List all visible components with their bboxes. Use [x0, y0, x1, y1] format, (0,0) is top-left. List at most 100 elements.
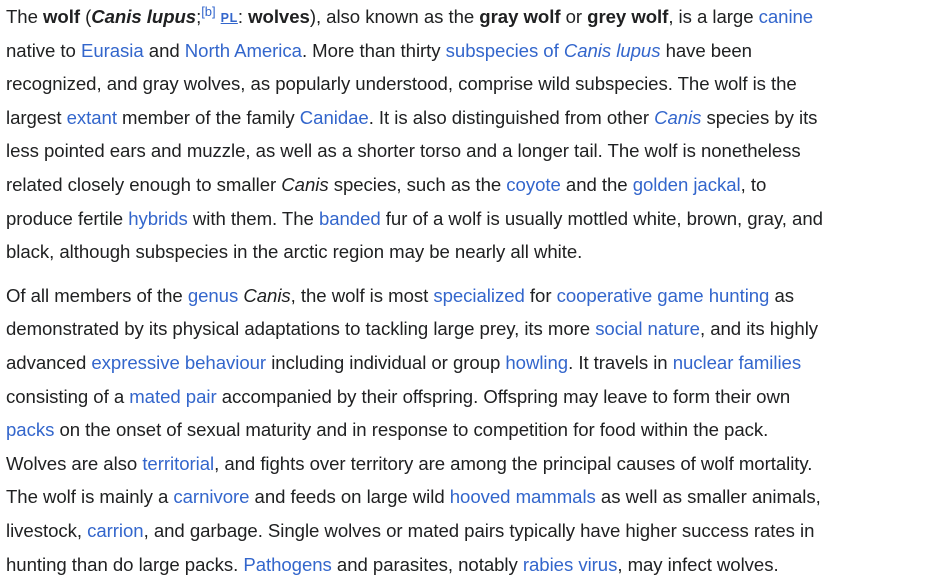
text-run: accompanied by their offspring. Offsprin… [216, 385, 791, 407]
plural-abbr-link[interactable]: PL [221, 11, 238, 25]
text-run: on the onset of sexual maturity and in r… [54, 419, 769, 441]
text-run: The wolf is mainly a [6, 486, 174, 508]
text-run: and parasites, notably [331, 553, 523, 575]
link-canis-lupus[interactable]: Canis lupus [564, 40, 661, 61]
text-run: ( [80, 6, 92, 27]
text-line: demonstrated by its physical adaptations… [6, 312, 942, 346]
link-extant[interactable]: extant [67, 107, 117, 128]
link-expressive-behaviour[interactable]: expressive behaviour [91, 352, 266, 373]
text-run: member of the family [116, 106, 300, 128]
text-line: native to Eurasia and North America. Mor… [6, 34, 942, 68]
lead-paragraph-2: Of all members of the genus Canis, the w… [6, 279, 942, 581]
text-run: as [769, 284, 795, 306]
bold-term: grey wolf [587, 6, 669, 27]
link-hybrids[interactable]: hybrids [128, 208, 188, 229]
text-run: Canis [243, 284, 291, 306]
link-packs[interactable]: packs [6, 419, 54, 440]
text-run: species, such as the [328, 173, 507, 195]
text-line: related closely enough to smaller Canis … [6, 168, 942, 202]
bold-term: gray wolf [479, 6, 561, 27]
text-line: less pointed ears and muzzle, as well as… [6, 134, 942, 168]
article-body: The wolf (Canis lupus;[b] PL: wolves), a… [0, 0, 942, 584]
link-subspecies-of[interactable]: subspecies of [446, 40, 564, 61]
text-line: The wolf (Canis lupus;[b] PL: wolves), a… [6, 0, 942, 34]
link-rabies-virus[interactable]: rabies virus [523, 554, 618, 575]
text-run: , may infect wolves. [617, 553, 779, 575]
text-run: and [143, 39, 185, 61]
link-coyote[interactable]: coyote [506, 174, 561, 195]
link-canidae[interactable]: Canidae [300, 107, 369, 128]
text-run: as well as smaller animals, [595, 486, 821, 508]
text-run: or [560, 6, 588, 27]
text-run: produce fertile [6, 207, 129, 229]
text-run: with them. The [187, 207, 319, 229]
text-run: . It is also distinguished from other [368, 106, 655, 128]
bold-term: Canis lupus [91, 6, 197, 27]
footnote-ref[interactable]: [b] [201, 4, 215, 19]
text-line: packs on the onset of sexual maturity an… [6, 413, 942, 447]
text-run: less pointed ears and muzzle, as well as… [6, 140, 801, 162]
text-run: livestock, [6, 519, 88, 541]
text-line: livestock, carrion, and garbage. Single … [6, 514, 942, 548]
link-north-america[interactable]: North America [185, 40, 302, 61]
text-run: largest [6, 106, 67, 128]
text-run: consisting of a [6, 385, 130, 407]
link-nuclear-families[interactable]: nuclear families [673, 352, 801, 373]
text-run: demonstrated by its physical adaptations… [6, 318, 596, 340]
text-run: recognized, and gray wolves, as popularl… [6, 73, 797, 95]
text-run: ), also known as the [309, 6, 480, 27]
text-run: hunting than do large packs. [6, 553, 244, 575]
text-line: largest extant member of the family Cani… [6, 101, 942, 135]
text-line: advanced expressive behaviour including … [6, 346, 942, 380]
link-eurasia[interactable]: Eurasia [81, 40, 144, 61]
text-line: produce fertile hybrids with them. The b… [6, 202, 942, 236]
text-run: black, although subspecies in the arctic… [6, 241, 583, 263]
link-canine[interactable]: canine [759, 6, 814, 27]
text-run: native to [6, 39, 81, 61]
text-line: Of all members of the genus Canis, the w… [6, 279, 942, 313]
text-line: consisting of a mated pair accompanied b… [6, 380, 942, 414]
link-golden-jackal[interactable]: golden jackal [633, 174, 741, 195]
link-territorial[interactable]: territorial [142, 453, 214, 474]
text-run: . It travels in [568, 351, 673, 373]
link-specialized[interactable]: specialized [433, 285, 525, 306]
text-run: advanced [6, 351, 92, 373]
text-run: including individual or group [266, 351, 506, 373]
lead-paragraph-1: The wolf (Canis lupus;[b] PL: wolves), a… [6, 0, 942, 269]
text-run: species by its [701, 106, 818, 128]
link-hooved-mammals[interactable]: hooved mammals [450, 486, 596, 507]
bold-term: wolves [248, 6, 310, 27]
text-run: , and its highly [699, 318, 819, 340]
text-line: recognized, and gray wolves, as popularl… [6, 67, 942, 101]
link-mated-pair[interactable]: mated pair [129, 386, 216, 407]
text-line: hunting than do large packs. Pathogens a… [6, 548, 942, 582]
text-run: , the wolf is most [290, 284, 434, 306]
text-run: related closely enough to smaller [6, 173, 282, 195]
text-run: fur of a wolf is usually mottled white, … [380, 207, 823, 229]
text-run: and feeds on large wild [249, 486, 450, 508]
text-line: black, although subspecies in the arctic… [6, 235, 942, 269]
link-howling[interactable]: howling [505, 352, 568, 373]
link-social-nature[interactable]: social nature [595, 318, 700, 339]
link-carnivore[interactable]: carnivore [173, 486, 249, 507]
link-banded[interactable]: banded [319, 208, 381, 229]
link-pathogens[interactable]: Pathogens [243, 554, 332, 575]
text-run: , to [740, 173, 767, 195]
text-line: The wolf is mainly a carnivore and feeds… [6, 480, 942, 514]
text-run: and the [560, 173, 633, 195]
text-run: , and fights over territory are among th… [214, 452, 813, 474]
text-run: The [6, 6, 44, 27]
link-canis[interactable]: Canis [654, 107, 701, 128]
text-run: , and garbage. Single wolves or mated pa… [143, 519, 815, 541]
text-run: have been [660, 39, 752, 61]
text-run: Of all members of the [6, 284, 188, 306]
text-run: . More than thirty [301, 39, 446, 61]
text-run: : [237, 6, 249, 27]
link-cooperative-game-hunting[interactable]: cooperative game hunting [557, 285, 770, 306]
link-genus[interactable]: genus [188, 285, 238, 306]
text-run: for [524, 284, 557, 306]
link-carrion[interactable]: carrion [87, 520, 144, 541]
text-run: , is a large [668, 6, 759, 27]
text-run: Canis [281, 173, 329, 195]
text-line: Wolves are also territorial, and fights … [6, 447, 942, 481]
